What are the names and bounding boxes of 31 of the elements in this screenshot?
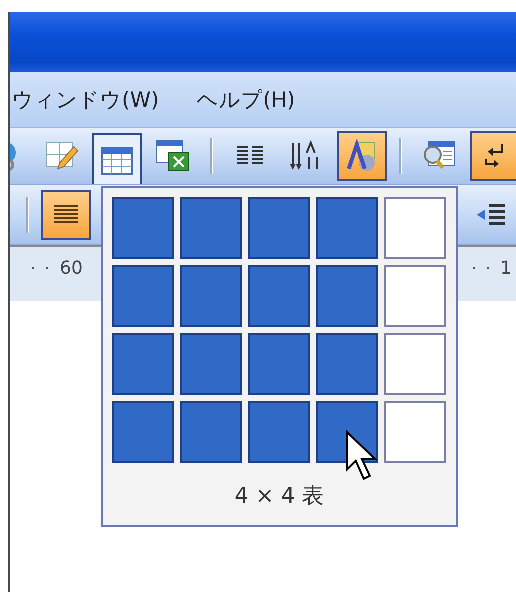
table-icon xyxy=(100,146,134,176)
table-grid-cell[interactable] xyxy=(316,197,378,259)
table-grid-cell[interactable] xyxy=(180,333,242,395)
return-button[interactable] xyxy=(470,131,516,181)
table-grid-cell[interactable] xyxy=(248,401,310,463)
table-grid-cell[interactable] xyxy=(112,197,174,259)
table-grid-cell[interactable] xyxy=(248,333,310,395)
drawing-button[interactable] xyxy=(337,131,387,181)
justify-button[interactable] xyxy=(41,190,91,240)
table-size-label: 4 × 4 表 xyxy=(234,483,324,511)
table-grid-cell[interactable] xyxy=(180,401,242,463)
ruler-number: 1 xyxy=(500,258,512,278)
excel-table-icon[interactable] xyxy=(155,139,191,173)
table-grid-cell[interactable] xyxy=(384,333,446,395)
menu-item[interactable]: ヘルプ(H) xyxy=(197,86,296,114)
table-grid-cell[interactable] xyxy=(384,197,446,259)
ruler-number: 60 xyxy=(60,258,83,278)
menu-item[interactable]: ウィンドウ(W) xyxy=(12,86,160,114)
table-grid-cell[interactable] xyxy=(112,333,174,395)
table-grid-cell[interactable] xyxy=(384,265,446,327)
table-grid-cell[interactable] xyxy=(112,265,174,327)
table-grid-cell[interactable] xyxy=(316,333,378,395)
table-grid-cell[interactable] xyxy=(248,197,310,259)
table-button[interactable] xyxy=(92,133,142,184)
table-grid-cell[interactable] xyxy=(316,265,378,327)
table-grid-cell[interactable] xyxy=(384,401,446,463)
table-grid-cell[interactable] xyxy=(180,197,242,259)
table-grid-cell[interactable] xyxy=(180,265,242,327)
mouse-pointer-icon xyxy=(345,430,379,482)
table-grid-cell[interactable] xyxy=(112,401,174,463)
table-grid-cell[interactable] xyxy=(248,265,310,327)
